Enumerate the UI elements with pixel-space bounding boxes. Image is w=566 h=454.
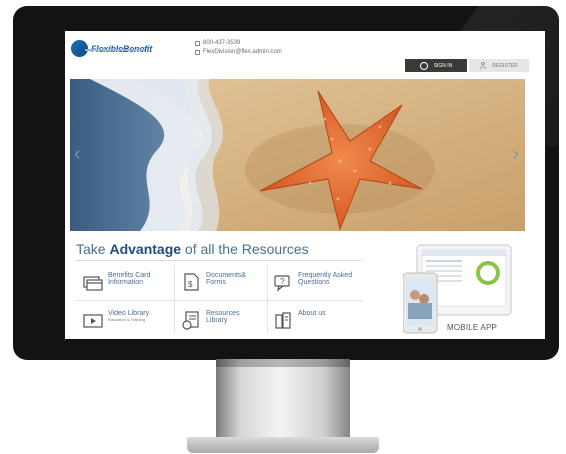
resource-label: Documents& Forms <box>206 272 247 286</box>
contact-info: 800-437-3539 FlexDivision@flex.admin.com <box>195 39 282 57</box>
website-screen: FlexibleBenefit 800-437-3539 FlexDivisio… <box>65 31 545 339</box>
about-icon <box>275 312 291 329</box>
document-icon: $ <box>184 273 199 291</box>
hero-image <box>70 79 525 231</box>
phone-icon <box>195 41 200 46</box>
resources-section: Take Advantage of all the Resources Bene… <box>71 238 371 339</box>
svg-text:$: $ <box>188 280 193 289</box>
mobile-app-promo[interactable]: MOBILE APP <box>402 241 543 339</box>
svg-text:?: ? <box>280 277 285 286</box>
email-row[interactable]: FlexDivision@flex.admin.com <box>195 48 282 57</box>
resource-label: Video Library <box>108 310 150 317</box>
phone-row: 800-437-3539 <box>195 39 282 48</box>
resource-video-library[interactable]: Video Library Education & Training <box>83 310 149 330</box>
library-icon <box>182 311 199 330</box>
hero-carousel[interactable]: ‹ › <box>70 79 525 231</box>
resource-benefits-card[interactable]: Benefits Card Information <box>83 272 150 292</box>
logo-tagline-graphic <box>85 49 145 51</box>
resources-title-divider <box>76 260 363 261</box>
user-icon <box>480 62 487 69</box>
column-divider <box>267 265 268 333</box>
monitor-frame: FlexibleBenefit 800-437-3539 FlexDivisio… <box>13 6 559 360</box>
check-icon <box>419 61 428 70</box>
row-divider <box>76 300 363 301</box>
register-label: REGISTER <box>492 62 518 69</box>
phone-number: 800-437-3539 <box>203 40 241 46</box>
email-icon <box>195 50 200 55</box>
resource-label: About us <box>298 310 326 317</box>
email-address[interactable]: FlexDivision@flex.admin.com <box>203 48 282 57</box>
monitor-stand <box>216 359 350 441</box>
monitor-stand-shadow <box>216 359 350 367</box>
sign-in-label: SIGN IN <box>433 62 453 69</box>
mobile-app-label: MOBILE APP <box>447 323 498 332</box>
register-button[interactable]: REGISTER <box>469 59 529 72</box>
column-divider <box>174 265 175 333</box>
resource-documents-forms[interactable]: $ Documents& Forms <box>181 272 246 292</box>
sign-in-button[interactable]: SIGN IN <box>405 59 467 72</box>
video-icon <box>83 314 103 328</box>
card-icon <box>83 276 103 291</box>
resource-sublabel: Education & Training <box>108 317 145 322</box>
resource-faq[interactable]: ? Frequently Asked Questions <box>273 272 352 292</box>
carousel-next-arrow-icon[interactable]: › <box>512 144 519 164</box>
carousel-prev-arrow-icon[interactable]: ‹ <box>74 144 81 164</box>
resource-label: Resources Library <box>206 310 240 324</box>
monitor-base <box>187 437 379 453</box>
faq-icon: ? <box>274 275 290 292</box>
resource-about-us[interactable]: About us <box>273 310 326 330</box>
resources-title: Take Advantage of all the Resources <box>76 241 309 257</box>
resource-label: Frequently Asked Questions <box>298 272 353 286</box>
resource-library[interactable]: Resources Library <box>181 310 239 330</box>
resource-label: Benefits Card Information <box>108 272 151 286</box>
